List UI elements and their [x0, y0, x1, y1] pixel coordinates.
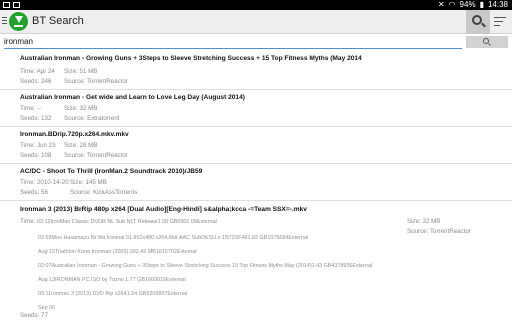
results-list[interactable]: Australian Ironman - Growing Guns + 3Ste…	[0, 50, 512, 320]
mute-icon: ✕	[437, 0, 445, 9]
search-button[interactable]	[466, 36, 508, 48]
result-source: Source: Extratorrent	[64, 115, 120, 122]
result-item[interactable]: Australian Ironman - Get wide and Learn …	[0, 90, 512, 127]
result-size: Size: 145 MB	[70, 179, 107, 186]
search-toggle-button[interactable]	[466, 10, 490, 34]
battery-percent: 94%	[459, 0, 476, 9]
result-title: AC/DC - Shoot To Thrill (IronMan.2 Sound…	[20, 168, 203, 175]
clock: 14:38	[487, 0, 508, 9]
result-source: Source: TorrentReactor	[407, 228, 471, 235]
app-title: BT Search	[32, 15, 84, 27]
app-logo	[9, 12, 28, 31]
image-notification-icon	[13, 2, 20, 8]
result-extra-line: 03:59Mou Hasamazu Ni Wa Ironinai 01.852x…	[38, 235, 309, 241]
result-item[interactable]: Australian Ironman - Growing Guns + 3Ste…	[0, 50, 512, 90]
result-size: Size: 32 MB	[64, 105, 98, 112]
result-source: Source: TorrentReactor	[64, 78, 128, 85]
result-source: Source: KickAssTorrents	[70, 189, 138, 196]
result-extra-line: Aug 13IRONMAN PC ISO by Tuzno 1.77 GB166…	[38, 277, 186, 283]
result-seeds: Seeds: 246	[20, 78, 52, 85]
status-bar: ✕ ◠ 94% ▮ 14:38	[0, 0, 512, 10]
result-title: Ironman 3 (2013) BrRip 480p x264 [Dual A…	[20, 206, 307, 213]
result-extra-line: 02:07Australian Ironman - Growing Guns +…	[38, 263, 373, 269]
result-title: Australian Ironman - Get wide and Learn …	[20, 94, 245, 101]
result-extra-line: Aug 15Triathlon Kona Ironman (2003) 992.…	[38, 249, 197, 255]
result-seeds: Seeds: 77	[20, 312, 48, 319]
battery-icon: ▮	[479, 0, 484, 9]
result-extra-line: Sep 06	[38, 305, 56, 311]
wifi-icon: ◠	[448, 0, 456, 9]
result-item[interactable]: AC/DC - Shoot To Thrill (IronMan.2 Sound…	[0, 164, 512, 201]
result-size: Size: 32 MB	[407, 218, 441, 225]
search-row	[0, 34, 512, 50]
sort-icon[interactable]	[494, 17, 506, 27]
result-time: Time: 2010-14-20	[20, 179, 69, 186]
result-extra-line: 09:11ronman 3 (2013) DVD Rip x2641.24 GB…	[38, 291, 188, 297]
result-size: Size: 51 MB	[64, 68, 98, 75]
drawer-menu-icon[interactable]	[2, 17, 7, 26]
result-seeds: Seeds: 132	[20, 115, 52, 122]
result-item[interactable]: Ironman.BDrip.720p.x264.mkv.mkv Time: Ju…	[0, 127, 512, 164]
result-item[interactable]: Ironman 3 (2013) BrRip 480p x264 [Dual A…	[0, 201, 512, 320]
result-source: Source: TorrentReactor	[64, 152, 128, 159]
result-time: Time: 02:12IronMan Classic DVDR NL Sub N…	[20, 218, 217, 225]
download-notification-icon	[3, 2, 10, 8]
notification-icons	[3, 0, 20, 10]
result-time: Time: --	[20, 105, 42, 112]
result-size: Size: 28 MB	[64, 142, 98, 149]
result-time: Time: Apr 24	[20, 68, 55, 75]
result-time: Time: Jun 23	[20, 142, 56, 149]
result-title: Ironman.BDrip.720p.x264.mkv.mkv	[20, 131, 129, 138]
result-seeds: Seeds: 56	[20, 189, 48, 196]
app-toolbar: BT Search	[0, 10, 512, 34]
result-title: Australian Ironman - Growing Guns + 3Ste…	[20, 55, 362, 62]
search-input[interactable]	[4, 35, 462, 49]
result-seeds: Seeds: 108	[20, 152, 52, 159]
